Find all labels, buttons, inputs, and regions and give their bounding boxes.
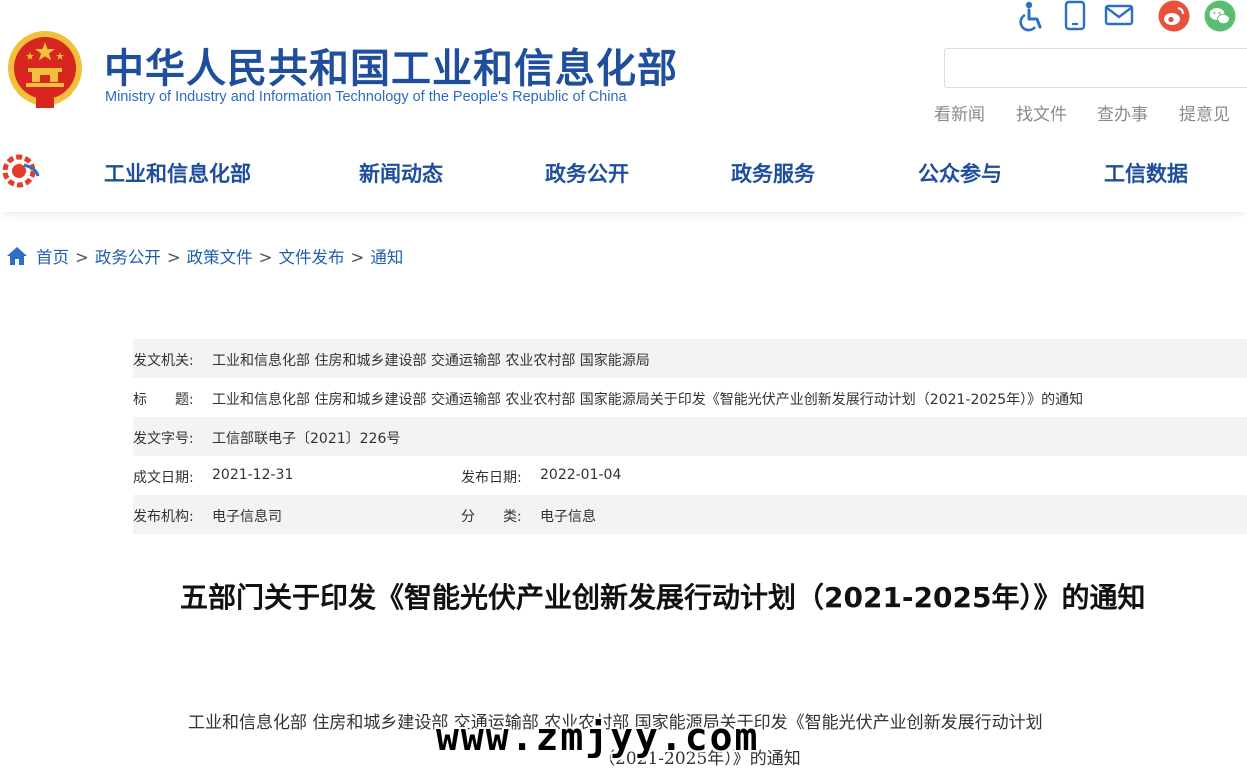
quick-link-documents[interactable]: 找文件 xyxy=(1016,100,1067,125)
quick-link-news[interactable]: 看新闻 xyxy=(934,100,985,125)
national-emblem-icon xyxy=(8,31,82,108)
site-title-chinese: 中华人民共和国工业和信息化部 xyxy=(104,46,678,92)
breadcrumb-separator: > xyxy=(166,248,181,267)
meta-label-agency: 发布机构: xyxy=(133,509,194,525)
meta-value-published-date: 2022-01-04 xyxy=(540,467,622,483)
search-input[interactable] xyxy=(944,48,1247,88)
accessibility-icon[interactable] xyxy=(1016,0,1046,32)
meta-label-title: 标 题: xyxy=(133,392,194,408)
miit-logo-icon xyxy=(2,154,40,188)
meta-value-title: 工业和信息化部 住房和城乡建设部 交通运输部 农业农村部 国家能源局关于印发《智… xyxy=(212,392,1084,408)
meta-row-doc-number: 发文字号: 工信部联电子〔2021〕226号 xyxy=(133,417,1247,456)
mail-icon[interactable] xyxy=(1104,0,1134,30)
meta-row-dates: 成文日期: 2021-12-31 发布日期: 2022-01-04 xyxy=(133,456,1247,495)
wechat-icon[interactable] xyxy=(1204,0,1236,32)
watermark: www.zmjyy.com xyxy=(436,715,760,759)
meta-value-category: 电子信息 xyxy=(540,509,596,525)
nav-item-public-participation[interactable]: 公众参与 xyxy=(918,158,1002,188)
home-icon[interactable] xyxy=(6,246,28,266)
nav-item-news[interactable]: 新闻动态 xyxy=(359,158,443,188)
breadcrumb-notice[interactable]: 通知 xyxy=(370,248,403,267)
breadcrumb: 首页 > 政务公开 > 政策文件 > 文件发布 > 通知 xyxy=(6,244,403,268)
nav-item-ministry[interactable]: 工业和信息化部 xyxy=(104,158,251,188)
article-title: 五部门关于印发《智能光伏产业创新发展行动计划（2021-2025年）》的通知 xyxy=(180,581,1146,614)
meta-row-agency: 发布机构: 电子信息司 分 类: 电子信息 xyxy=(133,495,1247,534)
breadcrumb-separator: > xyxy=(258,248,273,267)
meta-value-agency: 电子信息司 xyxy=(212,509,282,525)
breadcrumb-government-affairs[interactable]: 政务公开 xyxy=(95,248,161,267)
meta-label-issuer: 发文机关: xyxy=(133,353,194,369)
meta-value-doc-number: 工信部联电子〔2021〕226号 xyxy=(212,431,401,447)
meta-label-doc-number: 发文字号: xyxy=(133,431,194,447)
meta-label-created-date: 成文日期: xyxy=(133,470,194,486)
site-title-english: Ministry of Industry and Information Tec… xyxy=(105,89,627,105)
nav-item-services[interactable]: 政务服务 xyxy=(731,158,815,188)
document-meta-table: 发文机关: 工业和信息化部 住房和城乡建设部 交通运输部 农业农村部 国家能源局… xyxy=(133,339,1247,534)
quick-link-feedback[interactable]: 提意见 xyxy=(1179,100,1230,125)
weibo-icon[interactable] xyxy=(1158,0,1190,32)
meta-value-issuer: 工业和信息化部 住房和城乡建设部 交通运输部 农业农村部 国家能源局 xyxy=(212,353,650,369)
meta-label-category: 分 类: xyxy=(461,509,522,525)
meta-row-issuer: 发文机关: 工业和信息化部 住房和城乡建设部 交通运输部 农业农村部 国家能源局 xyxy=(133,339,1247,378)
breadcrumb-document-release[interactable]: 文件发布 xyxy=(278,248,344,267)
breadcrumb-separator: > xyxy=(75,248,89,267)
breadcrumb-separator: > xyxy=(350,248,365,267)
meta-value-created-date: 2021-12-31 xyxy=(212,467,294,483)
quick-link-services[interactable]: 查办事 xyxy=(1097,100,1148,125)
meta-row-title: 标 题: 工业和信息化部 住房和城乡建设部 交通运输部 农业农村部 国家能源局关… xyxy=(133,378,1247,417)
nav-item-government-affairs[interactable]: 政务公开 xyxy=(545,158,629,188)
nav-item-data[interactable]: 工信数据 xyxy=(1104,158,1188,188)
mobile-icon[interactable] xyxy=(1063,0,1087,32)
main-nav: 工业和信息化部 新闻动态 政务公开 政务服务 公众参与 工信数据 xyxy=(0,130,1247,212)
breadcrumb-home[interactable]: 首页 xyxy=(36,248,69,267)
breadcrumb-policy-documents[interactable]: 政策文件 xyxy=(187,248,253,267)
meta-label-published-date: 发布日期: xyxy=(461,470,522,486)
